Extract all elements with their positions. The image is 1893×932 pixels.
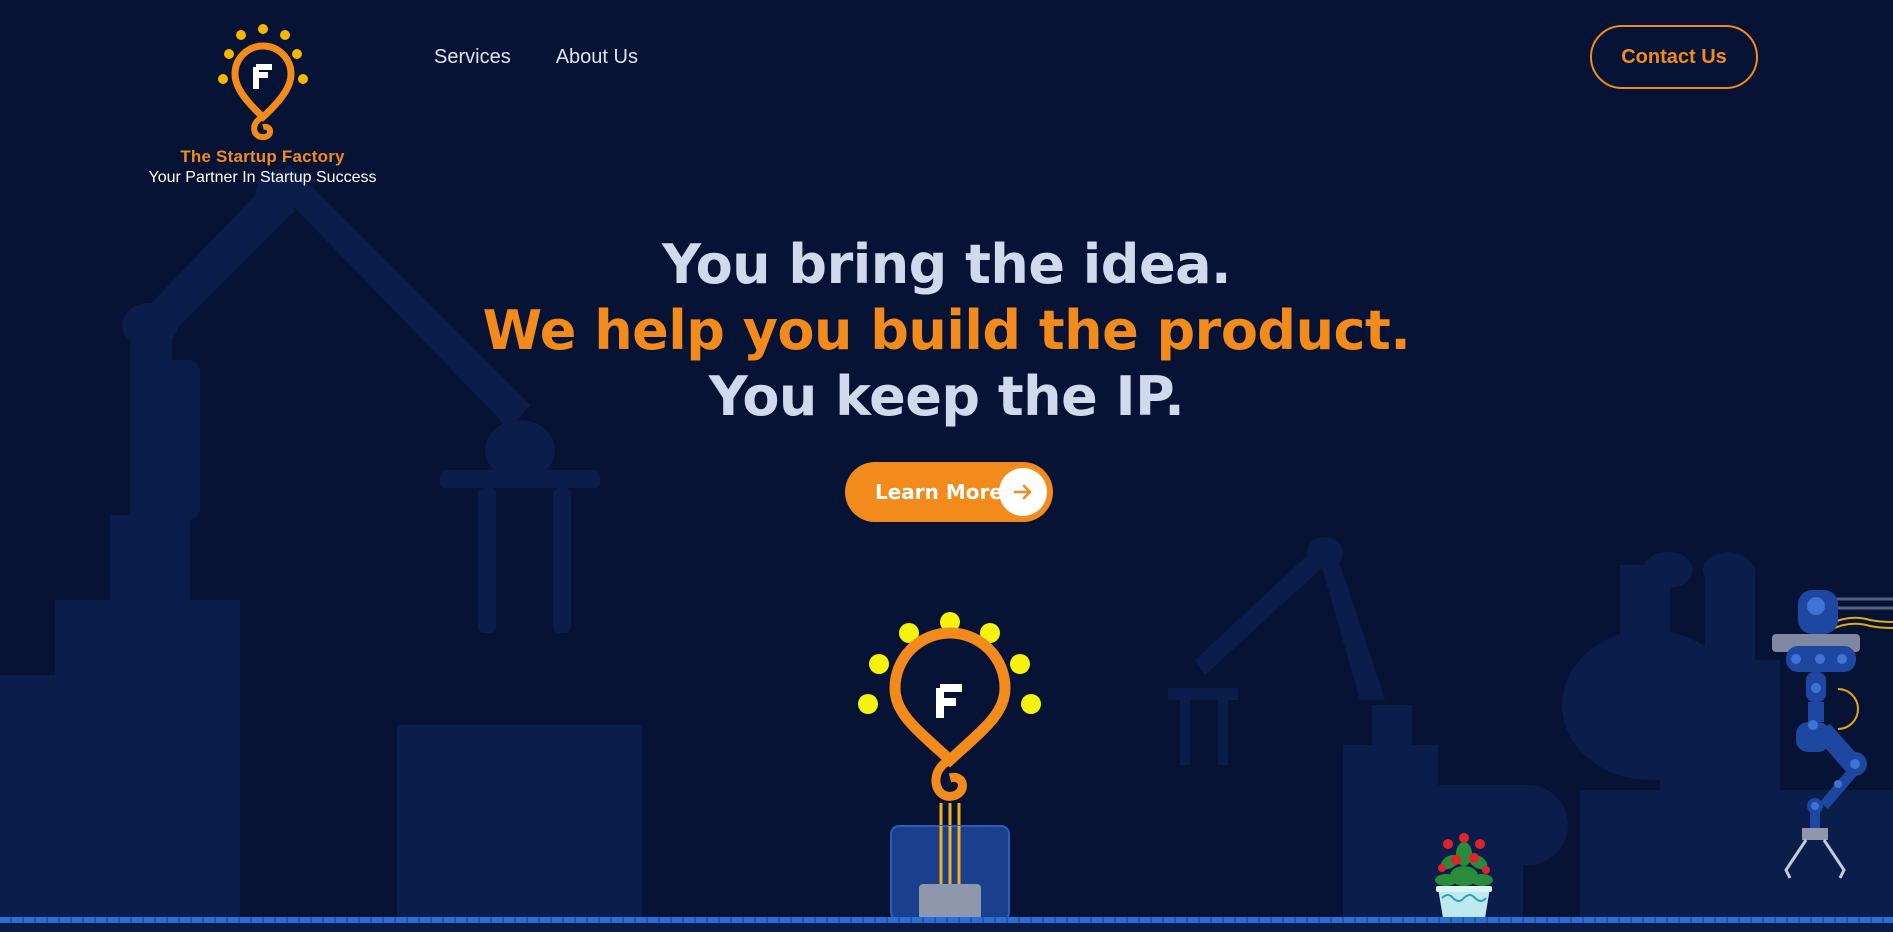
page: The Startup Factory Your Partner In Star…	[0, 0, 1893, 932]
factory-floor	[0, 917, 1893, 932]
conveyor-line	[0, 917, 1893, 923]
potted-plant-illustration	[1435, 833, 1493, 918]
lightbulb-f-icon	[217, 24, 308, 141]
robot-arm-illustration	[1772, 590, 1893, 879]
site-logo[interactable]: The Startup Factory Your Partner In Star…	[130, 22, 395, 187]
hero-headline: You bring the idea. We help you build th…	[0, 232, 1893, 430]
logo-name: The Startup Factory	[180, 147, 345, 166]
learn-more-button[interactable]: Learn More	[845, 462, 1053, 522]
learn-more-label: Learn More	[875, 480, 1003, 504]
hero-line-1: You bring the idea.	[661, 233, 1232, 296]
hero-line-3: You keep the IP.	[708, 365, 1185, 428]
contact-us-button[interactable]: Contact Us	[1590, 25, 1758, 89]
hero-line-2: We help you build the product.	[482, 299, 1411, 362]
nav-link-about-us[interactable]: About Us	[556, 46, 638, 69]
lightbulb-machine-illustration	[858, 612, 1041, 920]
logo-tagline: Your Partner In Startup Success	[148, 169, 377, 186]
nav-link-services[interactable]: Services	[434, 46, 511, 69]
main-nav: Services About Us	[434, 46, 638, 69]
arrow-right-icon	[999, 468, 1047, 516]
